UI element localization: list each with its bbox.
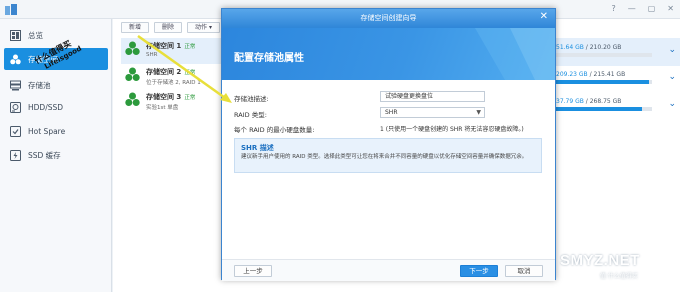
site-logo-sub: 值 什么值得买 <box>600 273 638 280</box>
site-logo: SMYZ.NET <box>560 252 640 269</box>
